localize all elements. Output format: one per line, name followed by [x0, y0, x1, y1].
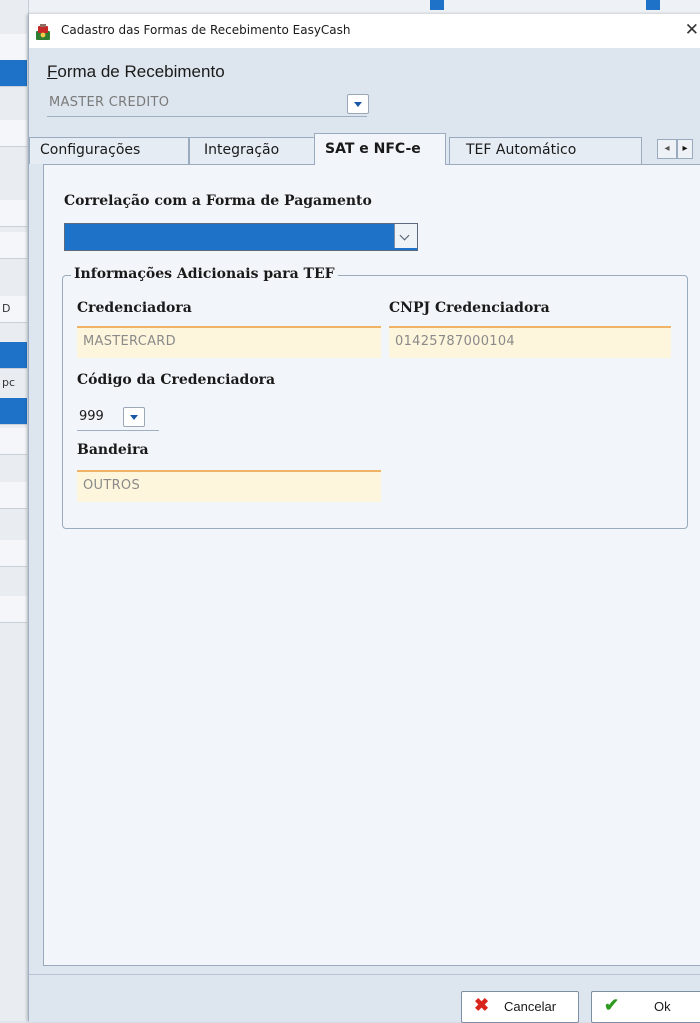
forma-recebimento-label: Forma de Recebimento [47, 62, 225, 82]
background-cell [0, 232, 27, 259]
tab-label: TEF Automático [466, 142, 577, 158]
background-cell [0, 200, 27, 227]
correlacao-combo[interactable] [64, 223, 418, 251]
background-cell [0, 60, 27, 87]
tab-sat-nfce[interactable]: SAT e NFC-e [314, 133, 446, 165]
cnpj-field[interactable]: 01425787000104 [389, 326, 671, 358]
tab-label: Integração [204, 142, 280, 158]
forma-recebimento-value: MASTER CREDITO [49, 95, 170, 110]
chevron-down-icon[interactable] [347, 94, 369, 114]
tab-label: Configurações [40, 142, 141, 158]
x-icon: ✖ [474, 995, 490, 1015]
bandeira-field[interactable]: OUTROS [77, 470, 381, 502]
background-marker [430, 0, 444, 10]
close-icon[interactable]: ✕ [685, 20, 699, 40]
chevron-down-icon[interactable] [394, 224, 417, 248]
credenciadora-value: MASTERCARD [83, 334, 176, 349]
codigo-credenciadora-combo[interactable]: 999 [77, 404, 159, 431]
background-cell [0, 428, 27, 455]
background-cell [0, 34, 27, 61]
access-key-letter: F [47, 62, 58, 81]
tab-scroll-right-icon[interactable]: ▸ [677, 139, 693, 159]
check-icon: ✔ [604, 995, 620, 1015]
background-cell [0, 120, 27, 147]
background-cell [0, 482, 27, 509]
tab-tef-automatico[interactable]: TEF Automático [449, 137, 642, 164]
dialog-footer: ✖ Cancelar ✔ Ok [29, 974, 700, 1023]
title-bar[interactable]: Cadastro das Formas de Recebimento EasyC… [29, 14, 700, 48]
dialog-window: Cadastro das Formas de Recebimento EasyC… [28, 14, 700, 1023]
easycash-app-icon [36, 24, 50, 40]
tef-info-legend: Informações Adicionais para TEF [71, 266, 338, 282]
codigo-credenciadora-value: 999 [79, 409, 104, 424]
codigo-credenciadora-label: Código da Credenciadora [77, 372, 276, 388]
background-text: D [2, 302, 11, 315]
background-cell [0, 596, 27, 623]
cnpj-label: CNPJ Credenciadora [389, 300, 550, 316]
background-cell [0, 398, 27, 425]
label-text: orma de Recebimento [57, 62, 225, 81]
tab-configuracoes[interactable]: Configurações [29, 137, 189, 164]
background-marker [646, 0, 660, 10]
tef-info-group: Informações Adicionais para TEF Credenci… [62, 266, 688, 529]
ok-label: Ok [654, 999, 671, 1014]
tab-strip: Configurações Integração SAT e NFC-e TEF… [29, 133, 700, 165]
window-title: Cadastro das Formas de Recebimento EasyC… [61, 23, 351, 37]
background-app-header [28, 0, 700, 15]
cancel-button[interactable]: ✖ Cancelar [461, 991, 579, 1023]
background-cell [0, 540, 27, 567]
credenciadora-field[interactable]: MASTERCARD [77, 326, 381, 358]
background-app-grid: D pc [0, 0, 29, 1021]
cancel-label: Cancelar [504, 999, 557, 1014]
cnpj-value: 01425787000104 [395, 334, 515, 349]
tab-integracao[interactable]: Integração [189, 137, 317, 164]
background-text: pc [2, 376, 16, 389]
credenciadora-label: Credenciadora [77, 300, 192, 316]
chevron-down-icon[interactable] [123, 407, 145, 427]
tab-scroll-left-icon[interactable]: ◂ [657, 139, 677, 159]
bandeira-label: Bandeira [77, 442, 149, 458]
forma-recebimento-combo[interactable]: MASTER CREDITO [47, 91, 369, 117]
sat-nfce-panel: Correlação com a Forma de Pagamento Info… [43, 164, 700, 966]
ok-button[interactable]: ✔ Ok [591, 991, 700, 1023]
bandeira-value: OUTROS [83, 478, 141, 493]
background-cell [0, 342, 27, 369]
correlacao-label: Correlação com a Forma de Pagamento [64, 193, 372, 209]
tab-label: SAT e NFC-e [325, 141, 421, 157]
